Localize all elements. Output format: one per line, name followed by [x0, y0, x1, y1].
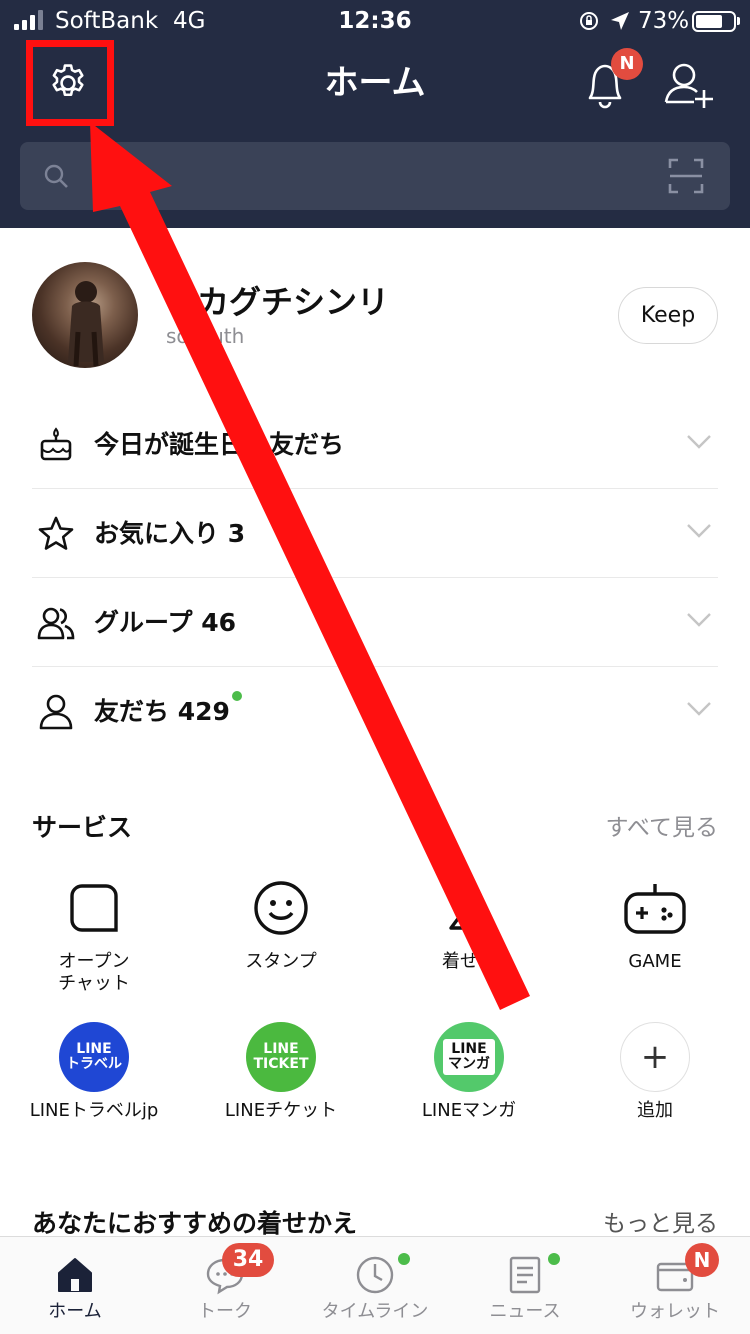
service-label: GAME [628, 951, 682, 972]
highlight-box [26, 40, 114, 126]
tab-label: ホーム [48, 1301, 102, 1322]
tab-label: ウォレット [630, 1301, 720, 1322]
timeline-new-dot [398, 1253, 410, 1265]
services-heading: サービス [32, 813, 133, 842]
sticker-icon [254, 881, 308, 935]
tab-wallet[interactable]: N ウォレット [600, 1237, 750, 1334]
chevron-down-icon [687, 702, 711, 716]
tab-label: タイムライン [321, 1301, 429, 1322]
list-label: グループ 46 [94, 608, 236, 637]
talk-unread-badge: 34 [222, 1243, 274, 1277]
service-themes[interactable]: 着せか [384, 873, 554, 973]
home-icon [58, 1258, 92, 1292]
tab-home[interactable]: ホーム [0, 1237, 150, 1334]
location-arrow-icon [611, 12, 629, 30]
theme-icon [449, 887, 489, 930]
service-line-travel[interactable]: LINE トラベル LINEトラベルjp [9, 1022, 179, 1122]
new-indicator-dot [232, 691, 242, 701]
service-label: LINEマンガ [421, 1100, 517, 1121]
group-icon [37, 607, 75, 640]
service-label: スタンプ [245, 951, 317, 972]
tab-talk[interactable]: 34 トーク [150, 1237, 300, 1334]
service-label: LINEトラベルjp [29, 1100, 159, 1121]
profile-name[interactable]: ナカグチシンリ [165, 282, 389, 322]
line-manga-logo: LINE マンガ [434, 1022, 504, 1092]
profile-status-message: so truth [166, 324, 245, 348]
open-chat-icon [70, 884, 118, 932]
avatar-photo [68, 281, 104, 367]
battery-tip [737, 17, 740, 25]
star-icon [38, 516, 74, 550]
service-label: LINEチケット [224, 1100, 338, 1121]
chevron-down-icon [687, 524, 711, 538]
qr-scan-icon[interactable] [668, 158, 704, 194]
list-favorites[interactable]: お気に入り 3 [32, 489, 718, 578]
bottom-tab-bar: ホーム 34 トーク タイムライン ニュース N ウォレット [0, 1236, 750, 1334]
plus-icon: + [620, 1022, 690, 1092]
service-stickers[interactable]: スタンプ [196, 873, 366, 973]
notification-badge: N [611, 48, 643, 80]
battery-icon [692, 11, 736, 32]
list-label: 今日が誕生日の友だち [94, 430, 345, 459]
service-game[interactable]: GAME [570, 873, 740, 973]
line-travel-logo: LINE トラベル [59, 1022, 129, 1092]
search-bar[interactable] [20, 142, 730, 210]
news-new-dot [548, 1253, 560, 1265]
add-friend-icon[interactable] [660, 58, 716, 110]
person-icon [39, 694, 73, 730]
tab-news[interactable]: ニュース [450, 1237, 600, 1334]
tab-label: トーク [198, 1301, 252, 1322]
service-open-chat[interactable]: オープン チャット [9, 873, 179, 995]
battery-percent: 73% [638, 8, 690, 34]
clock-icon [356, 1256, 394, 1294]
search-icon [44, 164, 68, 188]
service-add[interactable]: + 追加 [570, 1022, 740, 1122]
list-label: お気に入り 3 [94, 519, 246, 548]
services-see-all-link[interactable]: すべて見る [540, 812, 718, 844]
wallet-badge: N [685, 1243, 719, 1277]
avatar[interactable] [32, 262, 138, 368]
keep-button[interactable]: Keep [618, 287, 718, 344]
chevron-down-icon [687, 435, 711, 449]
chevron-down-icon [687, 613, 711, 627]
rotation-lock-icon [580, 12, 598, 30]
service-line-manga[interactable]: LINE マンガ LINEマンガ [384, 1022, 554, 1122]
service-label: 着せか [442, 951, 496, 972]
game-icon [624, 884, 686, 934]
news-icon [509, 1256, 541, 1294]
tab-label: ニュース [489, 1301, 561, 1322]
tab-timeline[interactable]: タイムライン [300, 1237, 450, 1334]
list-birthday-friends[interactable]: 今日が誕生日の友だち [32, 400, 718, 489]
list-groups[interactable]: グループ 46 [32, 578, 718, 667]
service-line-ticket[interactable]: LINE TICKET LINEチケット [196, 1022, 366, 1122]
list-friends[interactable]: 友だち 429 [32, 667, 718, 756]
line-ticket-logo: LINE TICKET [246, 1022, 316, 1092]
service-label: 追加 [637, 1100, 673, 1121]
list-label: 友だち 429 [94, 697, 230, 726]
service-label: オープン チャット [58, 951, 130, 994]
cake-icon [40, 427, 72, 461]
